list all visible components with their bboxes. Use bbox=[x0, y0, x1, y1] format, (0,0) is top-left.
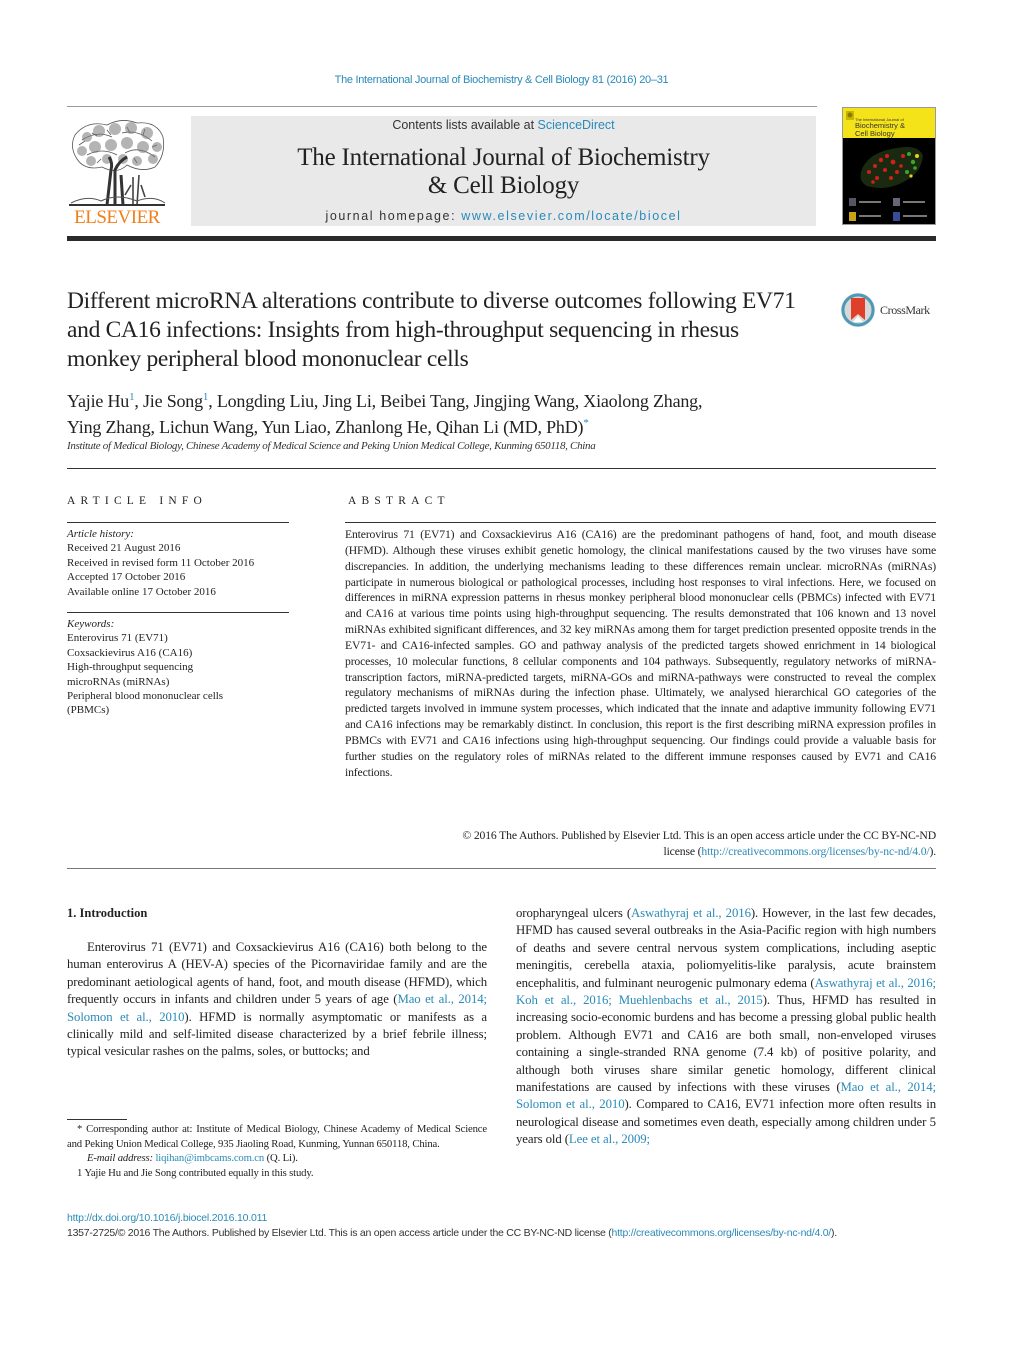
author-separator: , bbox=[574, 391, 584, 411]
author-separator: , bbox=[697, 391, 703, 411]
author-name[interactable]: Longding Liu bbox=[217, 391, 314, 411]
cover-title: The International Journal of Biochemistr… bbox=[855, 117, 906, 138]
author-name[interactable]: Jing Li bbox=[323, 391, 372, 411]
corresponding-author-note: * Corresponding author at: Institute of … bbox=[67, 1123, 487, 1150]
keywords-title: Keywords: bbox=[67, 618, 115, 630]
author-separator: , bbox=[427, 417, 436, 437]
author-name[interactable]: Zhanlong He bbox=[335, 417, 427, 437]
article-info-heading: ARTICLE INFO bbox=[67, 495, 207, 507]
article-history: Article history: Received 21 August 2016… bbox=[67, 527, 289, 599]
author-name[interactable]: Yun Liao bbox=[262, 417, 327, 437]
history-item: Available online 17 October 2016 bbox=[67, 585, 216, 598]
crossmark-icon bbox=[841, 293, 875, 327]
cover-thumbnails bbox=[849, 198, 927, 221]
issn-license-line: 1357-2725/© 2016 The Authors. Published … bbox=[67, 1227, 837, 1239]
author-name[interactable]: Qihan Li (MD, PhD) bbox=[436, 417, 584, 437]
crossmark-button[interactable]: CrossMark bbox=[840, 292, 940, 330]
body-divider bbox=[67, 868, 936, 869]
keyword-item: Peripheral blood mononuclear cells (PBMC… bbox=[67, 690, 224, 717]
author-separator: , bbox=[326, 417, 336, 437]
author-separator: , bbox=[371, 391, 381, 411]
article-info-divider bbox=[67, 522, 289, 523]
abstract-divider bbox=[345, 522, 936, 523]
history-item: Received in revised form 11 October 2016 bbox=[67, 556, 255, 569]
author-separator: , bbox=[150, 417, 160, 437]
author-separator: , bbox=[253, 417, 262, 437]
article-history-title: Article history: bbox=[67, 528, 134, 540]
elsevier-tree-icon bbox=[67, 115, 167, 207]
homepage-prefix: journal homepage: bbox=[325, 209, 462, 223]
homepage-link[interactable]: www.elsevier.com/locate/biocel bbox=[461, 209, 681, 223]
author-separator: , bbox=[313, 391, 323, 411]
introduction-heading: 1. Introduction bbox=[67, 906, 148, 920]
abstract-copyright: © 2016 The Authors. Published by Elsevie… bbox=[345, 828, 936, 860]
elsevier-wordmark: ELSEVIER bbox=[74, 207, 160, 228]
abstract-text: Enterovirus 71 (EV71) and Coxsackievirus… bbox=[345, 528, 936, 779]
abstract-heading: ABSTRACT bbox=[348, 495, 450, 507]
author-name[interactable]: Jie Song bbox=[143, 391, 203, 411]
title-divider bbox=[67, 468, 936, 469]
author-name[interactable]: Yajie Hu bbox=[67, 391, 129, 411]
sciencedirect-link[interactable]: ScienceDirect bbox=[538, 118, 615, 132]
keyword-item: microRNAs (miRNAs) bbox=[67, 675, 170, 688]
author-name[interactable]: Lichun Wang bbox=[159, 417, 254, 437]
keywords: Keywords: Enterovirus 71 (EV71) Coxsacki… bbox=[67, 617, 267, 718]
keywords-divider bbox=[67, 612, 289, 613]
copyright-line2: license (http://creativecommons.org/lice… bbox=[663, 844, 936, 858]
keyword-item: High-throughput sequencing bbox=[67, 661, 194, 674]
journal-title: The International Journal of Biochemistr… bbox=[191, 144, 816, 200]
equal-contribution-note: 1 Yajie Hu and Jie Song contributed equa… bbox=[77, 1166, 314, 1179]
journal-title-line2: & Cell Biology bbox=[427, 172, 580, 199]
article-title: Different microRNA alterations contribut… bbox=[67, 288, 796, 372]
journal-cover-thumbnail[interactable]: The International Journal of Biochemistr… bbox=[842, 107, 936, 225]
author-footnote-marker[interactable]: * bbox=[583, 417, 589, 429]
keyword-item: Coxsackievirus A16 (CA16) bbox=[67, 646, 193, 659]
footnote-rule bbox=[67, 1119, 127, 1120]
contents-prefix: Contents lists available at bbox=[392, 118, 538, 132]
author-name[interactable]: Beibei Tang bbox=[380, 391, 465, 411]
contents-line: Contents lists available at ScienceDirec… bbox=[191, 118, 816, 132]
license-link[interactable]: http://creativecommons.org/licenses/by-n… bbox=[701, 845, 929, 858]
cover-elsevier-icon bbox=[846, 111, 854, 120]
cover-header: The International Journal of Biochemistr… bbox=[843, 108, 935, 138]
citation-link[interactable]: Lee et al., 2009; bbox=[569, 1132, 650, 1146]
author-separator: , bbox=[464, 391, 474, 411]
affiliation: Institute of Medical Biology, Chinese Ac… bbox=[67, 440, 596, 452]
masthead: Contents lists available at ScienceDirec… bbox=[191, 116, 816, 226]
email-link[interactable]: liqihan@imbcams.com.cn bbox=[155, 1152, 264, 1164]
author-name[interactable]: Jingjing Wang bbox=[474, 391, 575, 411]
top-rule bbox=[67, 106, 817, 107]
crossmark-label: CrossMark bbox=[880, 303, 930, 317]
citation-link[interactable]: Aswathyraj et al., 2016 bbox=[631, 906, 751, 920]
history-item: Received 21 August 2016 bbox=[67, 542, 181, 555]
masthead-thick-rule bbox=[67, 236, 936, 241]
cover-micrograph-image bbox=[860, 147, 923, 188]
running-head[interactable]: The International Journal of Biochemistr… bbox=[0, 74, 1003, 86]
journal-title-line1: The International Journal of Biochemistr… bbox=[297, 144, 710, 171]
footer-license-link[interactable]: http://creativecommons.org/licenses/by-n… bbox=[612, 1227, 832, 1239]
history-item: Accepted 17 October 2016 bbox=[67, 571, 186, 584]
email-note: E-mail address: liqihan@imbcams.com.cn (… bbox=[87, 1152, 298, 1164]
author-name[interactable]: Xiaolong Zhang bbox=[583, 391, 698, 411]
body-column-right: oropharyngeal ulcers (Aswathyraj et al.,… bbox=[516, 906, 937, 1147]
author-list: Yajie Hu1, Jie Song1, Longding Liu, Jing… bbox=[67, 386, 827, 438]
homepage-line: journal homepage: www.elsevier.com/locat… bbox=[191, 209, 816, 223]
author-separator: , bbox=[134, 391, 143, 411]
author-name[interactable]: Ying Zhang bbox=[67, 417, 151, 437]
keyword-item: Enterovirus 71 (EV71) bbox=[67, 632, 168, 645]
intro-paragraph: Enterovirus 71 (EV71) and Coxsackievirus… bbox=[67, 940, 487, 1059]
body-column-left: Enterovirus 71 (EV71) and Coxsackievirus… bbox=[67, 939, 487, 1061]
doi-link[interactable]: http://dx.doi.org/10.1016/j.biocel.2016.… bbox=[67, 1212, 267, 1224]
elsevier-logo[interactable]: ELSEVIER bbox=[67, 115, 167, 228]
author-separator: , bbox=[208, 391, 217, 411]
footnotes: * Corresponding author at: Institute of … bbox=[67, 1122, 487, 1180]
copyright-line1: © 2016 The Authors. Published by Elsevie… bbox=[462, 829, 936, 842]
